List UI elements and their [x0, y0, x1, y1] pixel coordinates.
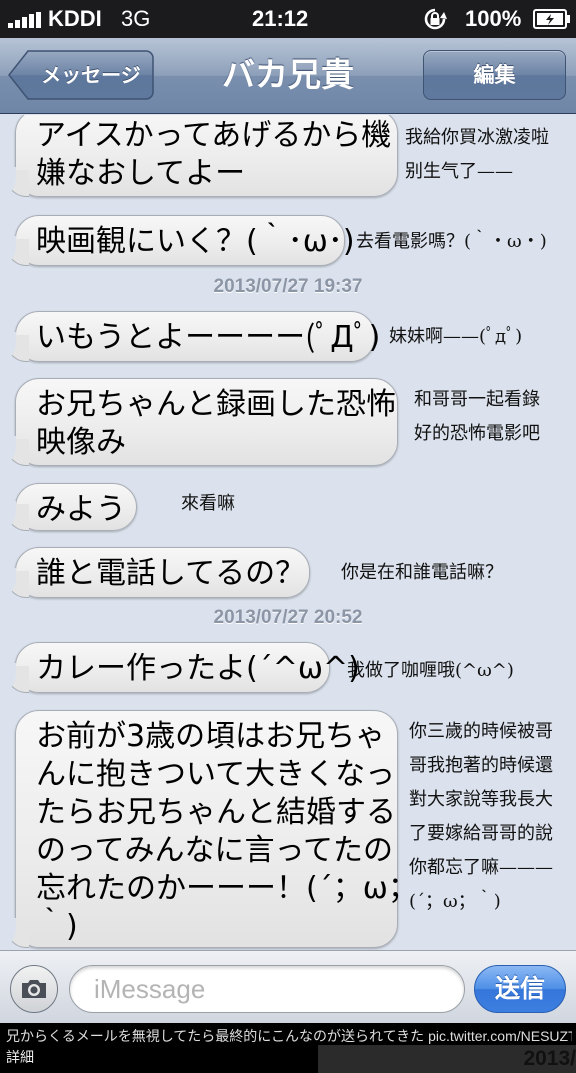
translation-note: 來看嘛	[181, 487, 235, 521]
translation-line: 妹妹啊——(ﾟдﾟ)	[389, 326, 523, 347]
message-input[interactable]: iMessage	[69, 965, 465, 1013]
translation-line: 哥我抱著的時候還	[409, 755, 553, 776]
conversation-area[interactable]: アイスかってあげるから機 嫌なおしてよー 我給你買冰激凌啦 别生气了—— 映画観…	[0, 115, 576, 950]
message-text-line: いもうとよーーーー(ﾟДﾟ)	[36, 320, 381, 355]
message-text-line: アイスかってあげるから機	[36, 118, 392, 153]
signal-bars-icon	[8, 12, 44, 28]
details-link[interactable]: 詳細	[6, 1047, 34, 1067]
translation-line: 别生气了——	[405, 161, 513, 182]
translation-line: 你都忘了嘛———	[409, 857, 553, 878]
message-text-line: 映画観にいく？(｀･ω･)	[36, 224, 355, 259]
translation-line: 和哥哥一起看錄	[414, 389, 540, 410]
status-time: 21:12	[252, 6, 309, 31]
message-text-line: 誰と電話してるの？	[36, 556, 306, 591]
cutoff-date-text: 2013/	[318, 1045, 576, 1073]
translation-note: 我給你買冰激凌啦 别生气了——	[405, 121, 549, 189]
navigation-bar: メッセージ バカ兄貴 編集	[0, 38, 576, 114]
translation-note: 和哥哥一起看錄 好的恐怖電影吧	[414, 383, 540, 451]
back-button[interactable]: メッセージ	[8, 50, 154, 100]
translation-line: 對大家說等我長大	[409, 789, 553, 810]
timestamp: 2013/07/27 20:52	[213, 607, 363, 628]
translation-line: 了要嫁給哥哥的說	[409, 823, 553, 844]
translation-line: 你是在和誰電話嘛？	[341, 562, 503, 583]
edit-button[interactable]: 編集	[423, 50, 566, 100]
translation-line: 你三歲的時候被哥	[409, 721, 553, 742]
message-text-line: みよう	[36, 492, 126, 527]
carrier-name: KDDI	[48, 6, 102, 31]
translation-note: 你三歲的時候被哥 哥我抱著的時候還 對大家說等我長大 了要嫁給哥哥的說 你都忘了…	[409, 715, 553, 919]
translation-line: 去看電影嗎？(｀・ω・)	[356, 231, 547, 252]
translation-line: 我做了咖喱哦(^ω^)	[347, 660, 514, 681]
translation-note: 我做了咖喱哦(^ω^)	[347, 654, 514, 688]
caption-text: 兄からくるメールを無視してたら最終的にこんなのが送られてきた pic.twitt…	[6, 1028, 572, 1044]
message-text-line: カレー作ったよ(´^ω^)	[36, 651, 360, 686]
back-button-label: メッセージ	[41, 63, 141, 87]
timestamp: 2013/07/27 19:37	[213, 276, 363, 297]
message-bubble: カレー作ったよ(´^ω^)	[0, 642, 360, 693]
message-bubble: アイスかってあげるから機 嫌なおしてよー	[0, 115, 398, 197]
translation-line: 好的恐怖電影吧	[414, 423, 540, 444]
translation-line: 我給你買冰激凌啦	[405, 127, 549, 148]
message-bubble: 誰と電話してるの？	[0, 547, 310, 598]
message-text-line: のってみんなに言ってたの	[36, 833, 393, 868]
translation-line: (´；ω；｀)	[409, 891, 501, 912]
battery-percent: 100%	[465, 6, 522, 31]
caption-bar: 兄からくるメールを無視してたら最終的にこんなのが送られてきた pic.twitt…	[0, 1023, 576, 1073]
message-text-line: お前が3歳の頃はお兄ちゃ	[36, 719, 386, 754]
message-text-line: 映像み	[36, 425, 126, 460]
translation-note: 去看電影嗎？(｀・ω・)	[356, 225, 547, 259]
message-bubble: お前が3歳の頃はお兄ちゃ んに抱きついて大きくなっ たらお兄ちゃんと結婚する の…	[0, 710, 418, 948]
translation-line: 來看嘛	[181, 493, 235, 514]
message-text-line: たらお兄ちゃんと結婚する	[36, 795, 396, 830]
message-bubble: いもうとよーーーー(ﾟДﾟ)	[0, 311, 381, 362]
message-text-line: 忘れたのかーーー！(´；ω；	[36, 871, 418, 906]
message-text-line: お兄ちゃんと録画した恐怖	[36, 387, 396, 422]
message-text-line: ｀)	[36, 909, 78, 944]
message-bubble: 映画観にいく？(｀･ω･)	[0, 215, 355, 266]
message-text-line: んに抱きついて大きくなっ	[36, 757, 396, 792]
message-bubble: お兄ちゃんと録画した恐怖 映像み	[0, 378, 398, 466]
network-type: 3G	[121, 6, 151, 31]
translation-note: 妹妹啊——(ﾟдﾟ)	[389, 320, 522, 354]
translation-note: 你是在和誰電話嘛？	[341, 556, 503, 590]
battery-icon	[533, 9, 570, 29]
message-composer: iMessage 送信	[0, 950, 576, 1023]
message-bubble: みよう	[0, 483, 137, 531]
message-text-line: 嫌なおしてよー	[36, 156, 246, 191]
conversation-title: バカ兄貴	[222, 55, 354, 94]
camera-button[interactable]	[10, 965, 58, 1013]
rotation-lock-icon	[424, 8, 447, 30]
camera-icon	[22, 980, 46, 998]
send-button[interactable]: 送信	[474, 965, 566, 1013]
status-bar: KDDI 3G 21:12 100%	[0, 0, 576, 38]
